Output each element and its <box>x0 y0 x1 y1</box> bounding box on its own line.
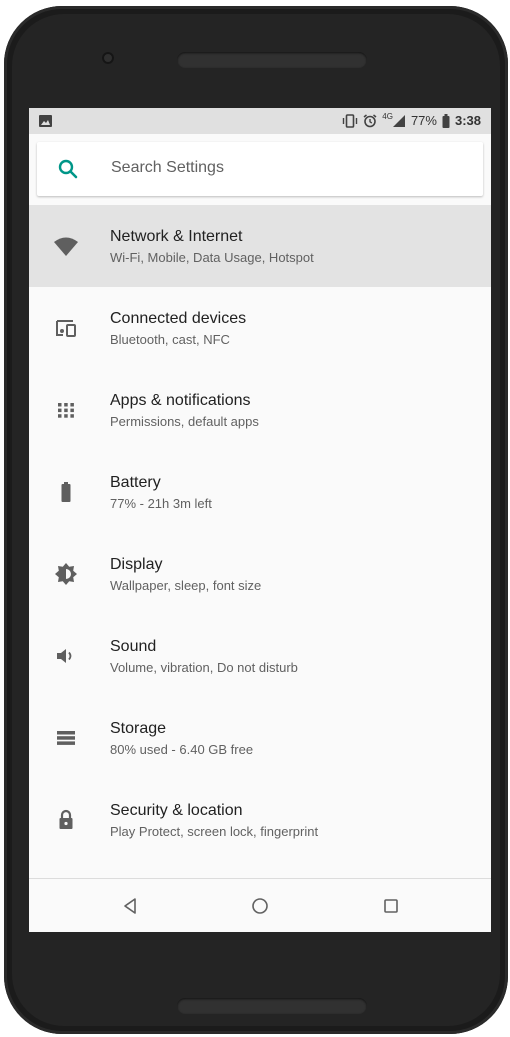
settings-item-connected-devices[interactable]: Connected devices Bluetooth, cast, NFC <box>29 287 491 369</box>
settings-item-title: Apps & notifications <box>110 392 251 409</box>
cell-signal-icon <box>392 114 405 127</box>
brightness-icon <box>53 561 79 587</box>
settings-item-sound[interactable]: Sound Volume, vibration, Do not disturb <box>29 615 491 697</box>
clock: 3:38 <box>454 113 481 128</box>
settings-item-subtitle: 80% used - 6.40 GB free <box>110 742 254 757</box>
settings-item-title: Security & location <box>110 802 243 819</box>
settings-item-subtitle: 77% - 21h 3m left <box>110 496 212 511</box>
volume-icon <box>53 643 79 669</box>
settings-item-title: Sound <box>110 638 157 655</box>
settings-item-title: Display <box>110 556 163 573</box>
lock-icon <box>53 807 79 833</box>
settings-item-network[interactable]: Network & Internet Wi-Fi, Mobile, Data U… <box>29 205 491 287</box>
search-icon <box>58 159 78 179</box>
home-circle-icon <box>252 898 268 914</box>
settings-item-subtitle: Volume, vibration, Do not disturb <box>110 660 298 675</box>
network-type-label: 4G <box>382 112 393 121</box>
settings-item-display[interactable]: Display Wallpaper, sleep, font size <box>29 533 491 615</box>
navigation-bar <box>29 878 491 932</box>
settings-item-subtitle: Play Protect, screen lock, fingerprint <box>110 824 319 839</box>
back-button[interactable] <box>117 893 143 919</box>
settings-item-subtitle: Permissions, default apps <box>110 414 259 429</box>
settings-item-title: Battery <box>110 474 161 491</box>
settings-item-title: Connected devices <box>110 310 247 327</box>
settings-item-battery[interactable]: Battery 77% - 21h 3m left <box>29 451 491 533</box>
bottom-speaker-grille <box>177 998 367 1014</box>
settings-item-subtitle: Bluetooth, cast, NFC <box>110 332 230 347</box>
battery-icon <box>53 479 79 505</box>
battery-percent: 77% <box>410 113 437 128</box>
settings-list: Network & Internet Wi-Fi, Mobile, Data U… <box>29 205 491 861</box>
settings-item-security[interactable]: Security & location Play Protect, screen… <box>29 779 491 861</box>
settings-item-title: Network & Internet <box>110 228 243 245</box>
devices-icon <box>53 315 79 341</box>
home-button[interactable] <box>247 893 273 919</box>
settings-item-subtitle: Wi-Fi, Mobile, Data Usage, Hotspot <box>110 250 314 265</box>
front-camera <box>102 52 114 64</box>
settings-item-subtitle: Wallpaper, sleep, font size <box>110 578 262 593</box>
apps-icon <box>53 397 79 423</box>
settings-item-storage[interactable]: Storage 80% used - 6.40 GB free <box>29 697 491 779</box>
alarm-icon <box>363 113 377 127</box>
settings-item-apps[interactable]: Apps & notifications Permissions, defaul… <box>29 369 491 451</box>
image-notification-icon <box>39 115 52 127</box>
search-settings-bar[interactable]: Search Settings <box>37 142 483 196</box>
search-placeholder: Search Settings <box>111 159 224 176</box>
recents-square-icon <box>384 899 398 913</box>
back-triangle-icon <box>124 898 136 914</box>
storage-icon <box>53 725 79 751</box>
wifi-icon <box>53 233 79 259</box>
recents-button[interactable] <box>378 893 404 919</box>
settings-screen: 4G 77% 3:38 Search Settings Network & In… <box>29 108 491 932</box>
status-icons: 4G 77% 3:38 <box>342 112 481 128</box>
settings-item-title: Storage <box>110 720 167 737</box>
status-bar: 4G 77% 3:38 <box>29 108 491 134</box>
vibrate-icon <box>343 113 358 128</box>
top-speaker-grille <box>177 52 367 68</box>
battery-status-icon <box>442 113 450 128</box>
